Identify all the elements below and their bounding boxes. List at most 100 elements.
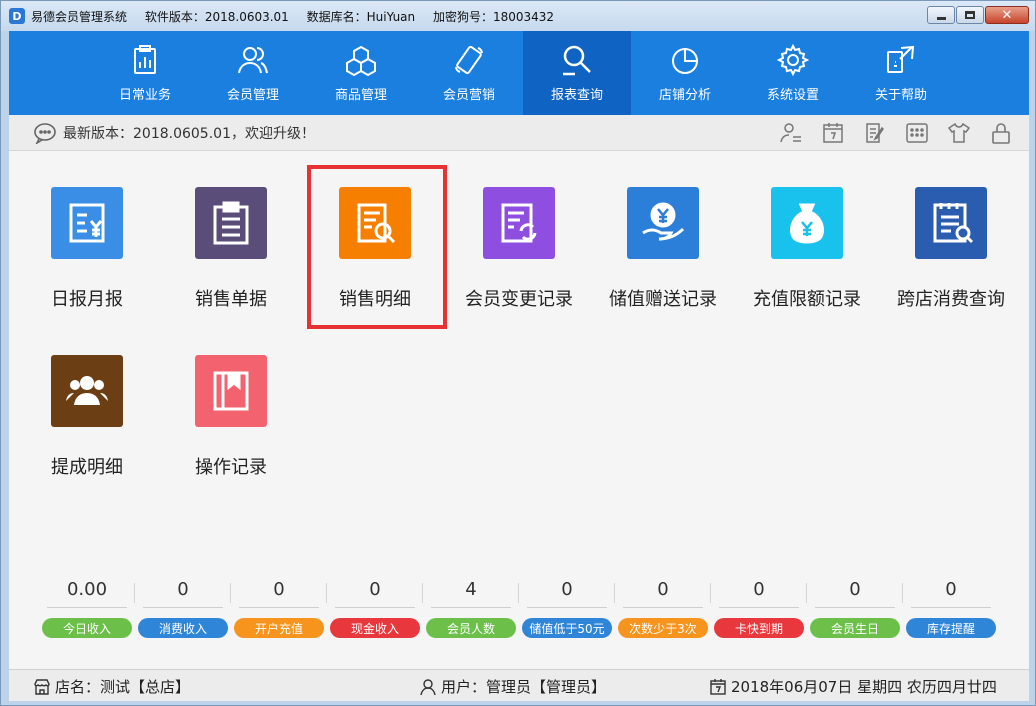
- stat-low-balance[interactable]: 0 储值低于50元: [519, 579, 615, 638]
- clipboard-icon: [213, 201, 249, 245]
- pie-chart-icon: [672, 47, 698, 74]
- stat-today-income[interactable]: 0.00 今日收入: [39, 579, 135, 638]
- stat-badge: 会员生日: [810, 618, 900, 638]
- stat-divider: [239, 607, 319, 608]
- lock-icon[interactable]: [989, 121, 1013, 145]
- app-name: 易德会员管理系统: [31, 9, 128, 24]
- phone-icon: [455, 45, 483, 74]
- calendar-icon[interactable]: [821, 121, 845, 145]
- stat-divider: [623, 607, 703, 608]
- stat-value: 4: [465, 579, 477, 600]
- current-date: 2018年06月07日 星期四 农历四月廿四: [731, 678, 997, 696]
- status-date: 2018年06月07日 星期四 农历四月廿四: [709, 676, 997, 697]
- tile-label: 充值限额记录: [753, 289, 861, 310]
- stat-member-birthday[interactable]: 0 会员生日: [807, 579, 903, 638]
- stat-divider: [815, 607, 895, 608]
- update-notice[interactable]: 最新版本：2018.0605.01，欢迎升级！: [63, 123, 315, 143]
- shirt-icon[interactable]: [947, 121, 971, 145]
- tile-stored-value-gift-log[interactable]: 储值赠送记录: [593, 187, 733, 337]
- stat-value: 0: [273, 579, 285, 600]
- tile-label: 储值赠送记录: [609, 289, 717, 310]
- close-icon: ✕: [1001, 7, 1013, 23]
- stat-value: 0: [657, 579, 669, 600]
- stat-value: 0: [753, 579, 765, 600]
- nav-label: 会员营销: [442, 87, 495, 103]
- minimize-icon: [936, 16, 946, 20]
- stat-account-recharge[interactable]: 0 开户充值: [231, 579, 327, 638]
- tile-cross-store-query[interactable]: 跨店消费查询: [881, 187, 1021, 337]
- stat-low-count[interactable]: 0 次数少于3次: [615, 579, 711, 638]
- storefront-icon: [34, 678, 50, 695]
- nav-member-marketing[interactable]: 会员营销: [415, 31, 523, 115]
- dongle-number: 加密狗号：18003432: [432, 9, 555, 24]
- document-search-icon: [357, 203, 396, 244]
- close-button[interactable]: ✕: [985, 6, 1029, 24]
- nav-system-settings[interactable]: 系统设置: [739, 31, 847, 115]
- members-icon: [238, 46, 268, 73]
- database-name: 数据库名：HuiYuan: [306, 9, 416, 24]
- money-bag-icon: [790, 203, 824, 244]
- tile-member-change-log[interactable]: 会员变更记录: [449, 187, 589, 337]
- nav-label: 日常业务: [118, 87, 171, 103]
- store-name: 店名：测试【总店】: [55, 678, 191, 696]
- window-title: 易德会员管理系统 软件版本：2018.0603.01 数据库名：HuiYuan …: [31, 8, 568, 25]
- maximize-button[interactable]: [956, 6, 984, 24]
- main-nav: 日常业务 会员管理 商品管理 会员营销 报表查询 店铺分析 系统设置 关于帮助: [9, 31, 1029, 115]
- minimize-button[interactable]: [927, 6, 955, 24]
- stat-badge: 开户充值: [234, 618, 324, 638]
- tile-recharge-limit-log[interactable]: 充值限额记录: [737, 187, 877, 337]
- edit-note-icon[interactable]: [863, 121, 887, 145]
- tile-commission-detail[interactable]: 提成明细: [17, 355, 157, 505]
- stat-value: 0: [369, 579, 381, 600]
- tile-sales-receipt[interactable]: 销售单据: [161, 187, 301, 337]
- tile-icon-box: [483, 187, 555, 259]
- stat-member-count[interactable]: 4 会员人数: [423, 579, 519, 638]
- stat-divider: [143, 607, 223, 608]
- stat-value: 0: [177, 579, 189, 600]
- tile-icon-box: [51, 355, 123, 427]
- hand-coin-icon: [642, 202, 685, 241]
- stat-badge: 卡快到期: [714, 618, 804, 638]
- stat-cash-income[interactable]: 0 现金收入: [327, 579, 423, 638]
- stat-divider: [47, 607, 127, 608]
- tile-label: 提成明细: [51, 457, 123, 478]
- cubes-icon: [346, 45, 376, 76]
- stat-divider: [431, 607, 511, 608]
- window-controls: ✕: [927, 6, 1029, 24]
- tile-label: 销售明细: [339, 289, 411, 310]
- notice-bar: 最新版本：2018.0605.01，欢迎升级！: [9, 115, 1029, 151]
- nav-member-management[interactable]: 会员管理: [199, 31, 307, 115]
- nav-label: 会员管理: [226, 87, 279, 103]
- keypad-icon[interactable]: [905, 121, 929, 145]
- stat-badge: 次数少于3次: [618, 618, 708, 638]
- member-switch-icon[interactable]: [779, 121, 803, 145]
- tile-icon-box: [195, 355, 267, 427]
- user-icon: [420, 678, 436, 695]
- nav-label: 报表查询: [550, 87, 603, 103]
- tile-icon-box: [51, 187, 123, 259]
- nav-label: 系统设置: [766, 87, 819, 103]
- bookmark-book-icon: [213, 371, 249, 411]
- stat-badge: 今日收入: [42, 618, 132, 638]
- stat-badge: 消费收入: [138, 618, 228, 638]
- stat-value: 0: [561, 579, 573, 600]
- stat-consumption-income[interactable]: 0 消费收入: [135, 579, 231, 638]
- tile-label: 会员变更记录: [465, 289, 573, 310]
- tile-icon-box: [627, 187, 699, 259]
- nav-product-management[interactable]: 商品管理: [307, 31, 415, 115]
- stat-divider: [719, 607, 799, 608]
- tile-sales-detail[interactable]: 销售明细: [305, 187, 445, 337]
- stat-stock-alert[interactable]: 0 库存提醒: [903, 579, 999, 638]
- app-window: D 易德会员管理系统 软件版本：2018.0603.01 数据库名：HuiYua…: [0, 0, 1036, 706]
- tile-operation-log[interactable]: 操作记录: [161, 355, 301, 505]
- nav-daily-business[interactable]: 日常业务: [91, 31, 199, 115]
- checklist-search-icon: [933, 203, 974, 244]
- tile-daily-monthly-report[interactable]: 日报月报: [17, 187, 157, 337]
- nav-store-analysis[interactable]: 店铺分析: [631, 31, 739, 115]
- quick-toolbar: [779, 121, 1019, 145]
- nav-report-query[interactable]: 报表查询: [523, 31, 631, 115]
- tile-label: 日报月报: [51, 289, 123, 310]
- stat-card-expiring[interactable]: 0 卡快到期: [711, 579, 807, 638]
- calendar-icon: [710, 678, 726, 695]
- nav-about-help[interactable]: 关于帮助: [847, 31, 955, 115]
